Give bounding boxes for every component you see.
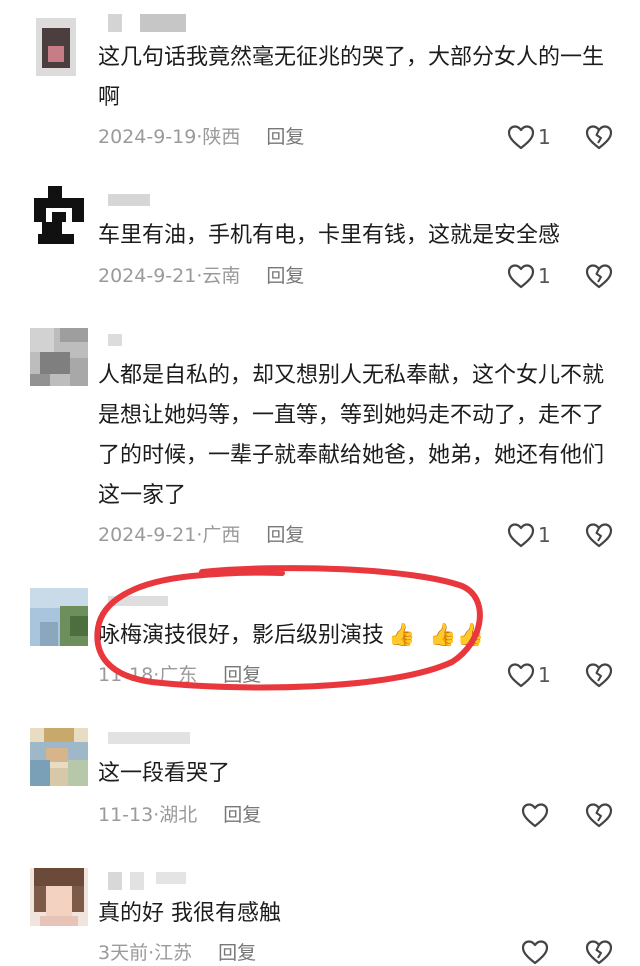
heart-outline-icon[interactable] xyxy=(506,262,536,290)
comment-text: 这一段看哭了 xyxy=(98,761,231,786)
comment-text: 这几句话我竟然毫无征兆的哭了，大部分女人的一生啊 xyxy=(98,45,605,110)
avatar[interactable] xyxy=(30,588,88,646)
heart-outline-icon[interactable] xyxy=(520,938,550,966)
heart-outline-icon[interactable] xyxy=(520,801,550,829)
heart-outline-icon[interactable] xyxy=(506,521,536,549)
comment-region: 广东 xyxy=(159,664,198,686)
comment-region: 云南 xyxy=(202,265,241,287)
comment-region: 广西 xyxy=(202,524,241,546)
like-count: 1 xyxy=(538,523,551,547)
reply-button[interactable]: 回复 xyxy=(218,942,256,964)
broken-heart-outline-icon[interactable] xyxy=(584,262,614,290)
broken-heart-outline-icon[interactable] xyxy=(584,521,614,549)
avatar[interactable] xyxy=(30,868,88,926)
avatar[interactable] xyxy=(30,18,88,76)
comment-text: 咏梅演技很好，影后级别演技 👍 👍👍 xyxy=(98,616,618,656)
broken-heart-outline-icon[interactable] xyxy=(584,801,614,829)
heart-outline-icon[interactable] xyxy=(506,661,536,689)
avatar[interactable] xyxy=(30,328,88,386)
broken-heart-outline-icon[interactable] xyxy=(584,661,614,689)
comment-date: 2024-9-21 xyxy=(98,265,197,287)
comment-meta: 2024-9-21·广西 回复 xyxy=(98,522,304,548)
reply-button[interactable]: 回复 xyxy=(266,524,304,546)
thumbs-up-emoji: 👍 xyxy=(456,623,485,648)
comment-text: 车里有油，手机有电，卡里有钱，这就是安全感 xyxy=(98,223,561,248)
comment-meta: 3天前·江苏 回复 xyxy=(98,940,256,966)
heart-outline-icon[interactable] xyxy=(506,123,536,151)
comment-meta: 11-18·广东 回复 xyxy=(98,662,261,688)
comment-date: 11-13 xyxy=(98,804,154,826)
comment-date: 3天前 xyxy=(98,942,149,964)
reply-button[interactable]: 回复 xyxy=(223,804,261,826)
comment-date: 11-18 xyxy=(98,664,154,686)
thumbs-up-emoji: 👍 xyxy=(429,623,457,648)
like-count: 1 xyxy=(538,264,551,288)
avatar[interactable] xyxy=(30,186,88,244)
like-count: 1 xyxy=(538,125,551,149)
reply-button[interactable]: 回复 xyxy=(266,265,304,287)
comment-meta: 2024-9-19·陕西 回复 xyxy=(98,124,304,150)
comment-region: 江苏 xyxy=(154,942,193,964)
reply-button[interactable]: 回复 xyxy=(266,126,304,148)
comment-region: 湖北 xyxy=(159,804,198,826)
comment-text: 真的好 我很有感触 xyxy=(98,901,281,926)
broken-heart-outline-icon[interactable] xyxy=(584,123,614,151)
thumbs-up-emoji: 👍 xyxy=(388,623,416,648)
comment-text: 人都是自私的，却又想别人无私奉献，这个女儿不就是想让她妈等，一直等，等到她妈走不… xyxy=(98,363,605,508)
comment-text-content: 咏梅演技很好，影后级别演技 xyxy=(98,623,385,648)
like-count: 1 xyxy=(538,663,551,687)
avatar[interactable] xyxy=(30,728,88,786)
comment-region: 陕西 xyxy=(202,126,241,148)
broken-heart-outline-icon[interactable] xyxy=(584,938,614,966)
comment-meta: 11-13·湖北 回复 xyxy=(98,802,261,828)
comment-date: 2024-9-21 xyxy=(98,524,197,546)
reply-button[interactable]: 回复 xyxy=(223,664,261,686)
comment-date: 2024-9-19 xyxy=(98,126,197,148)
comment-meta: 2024-9-21·云南 回复 xyxy=(98,263,304,289)
